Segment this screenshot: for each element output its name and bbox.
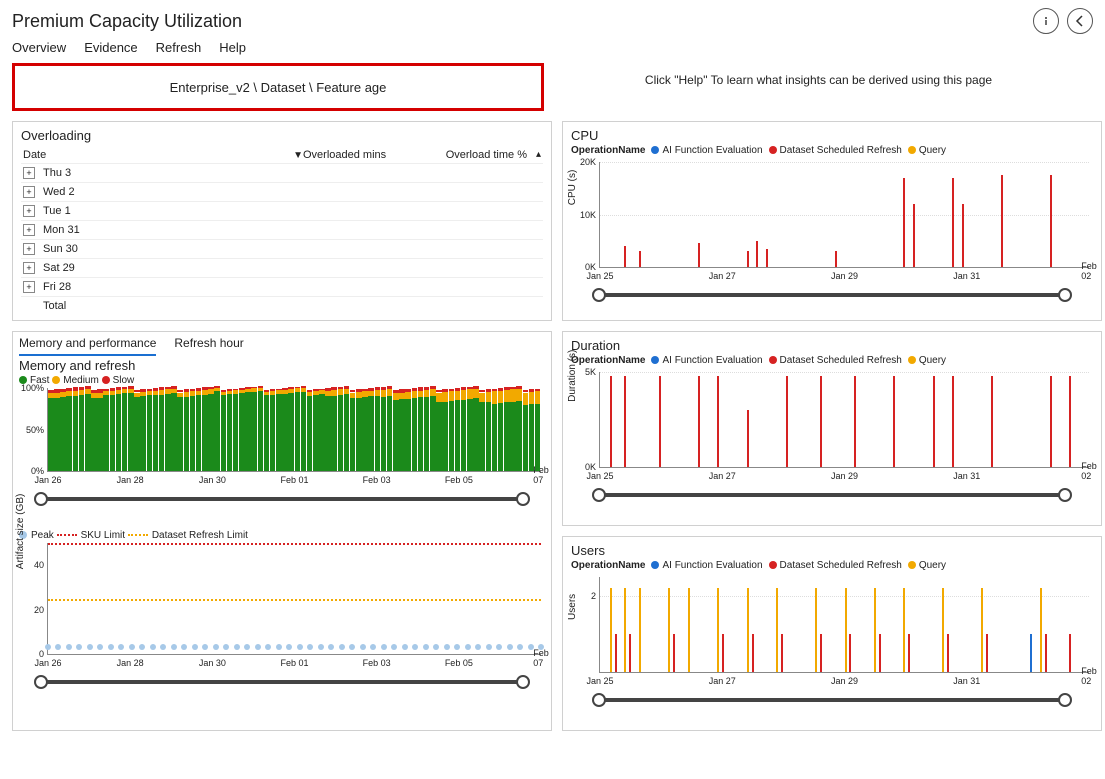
slider-thumb-left[interactable] <box>34 675 48 689</box>
expand-icon[interactable]: + <box>23 205 35 217</box>
overloading-row[interactable]: + Wed 2 <box>21 182 543 201</box>
row-date-label: Sat 29 <box>43 262 75 274</box>
slider-thumb-right[interactable] <box>1058 488 1072 502</box>
row-date-label: Mon 31 <box>43 224 80 236</box>
artifact-range-slider[interactable] <box>41 677 523 687</box>
cpu-title: CPU <box>571 128 1093 143</box>
users-title: Users <box>571 543 1093 558</box>
slider-thumb-right[interactable] <box>516 675 530 689</box>
slider-thumb-left[interactable] <box>592 693 606 707</box>
back-icon[interactable] <box>1067 8 1093 34</box>
cpu-ylabel: CPU (s) <box>567 170 578 206</box>
menu-overview[interactable]: Overview <box>12 40 66 55</box>
cpu-panel: CPU OperationNameAI Function EvaluationD… <box>562 121 1102 321</box>
expand-icon[interactable]: + <box>23 262 35 274</box>
info-icon[interactable] <box>1033 8 1059 34</box>
memory-panel: Memory and performance Refresh hour Memo… <box>12 331 552 731</box>
duration-title: Duration <box>571 338 1093 353</box>
overloading-row[interactable]: + Sun 30 <box>21 239 543 258</box>
memory-range-slider[interactable] <box>41 494 523 504</box>
help-hint: Click "Help" To learn what insights can … <box>544 63 1093 87</box>
slider-thumb-left[interactable] <box>592 488 606 502</box>
expand-icon[interactable]: + <box>23 243 35 255</box>
sort-caret-icon[interactable]: ▼ <box>293 150 303 161</box>
sort-asc-icon[interactable]: ▴ <box>536 149 541 160</box>
tab-memory-performance[interactable]: Memory and performance <box>19 336 156 356</box>
menu-help[interactable]: Help <box>219 40 246 55</box>
menu-refresh[interactable]: Refresh <box>156 40 202 55</box>
duration-range-slider[interactable] <box>599 490 1065 500</box>
overloading-row[interactable]: + Mon 31 <box>21 220 543 239</box>
row-date-label: Sun 30 <box>43 243 78 255</box>
overloading-row[interactable]: + Fri 28 <box>21 277 543 296</box>
artifact-plot: 02040Jan 26Jan 28Jan 30Feb 01Feb 03Feb 0… <box>47 543 541 655</box>
cpu-legend: OperationNameAI Function EvaluationDatas… <box>571 145 1093 156</box>
slider-thumb-left[interactable] <box>592 288 606 302</box>
memory-subtitle: Memory and refresh <box>13 356 551 375</box>
row-date-label: Fri 28 <box>43 281 71 293</box>
menubar: Overview Evidence Refresh Help <box>12 40 1093 55</box>
expand-icon[interactable]: + <box>23 167 35 179</box>
slider-thumb-right[interactable] <box>516 492 530 506</box>
artifact-legend: Peak SKU Limit Dataset Refresh Limit <box>13 530 551 543</box>
users-range-slider[interactable] <box>599 695 1065 705</box>
expand-icon[interactable]: + <box>23 224 35 236</box>
duration-panel: Duration OperationNameAI Function Evalua… <box>562 331 1102 526</box>
col-mins-label[interactable]: Overloaded mins <box>303 149 423 161</box>
slider-thumb-right[interactable] <box>1058 288 1072 302</box>
memory-plot: 0%50%100%Jan 26Jan 28Jan 30Feb 01Feb 03F… <box>47 388 541 472</box>
col-date-label[interactable]: Date <box>23 149 46 161</box>
users-legend: OperationNameAI Function EvaluationDatas… <box>571 560 1093 571</box>
slider-thumb-left[interactable] <box>34 492 48 506</box>
overloading-row[interactable]: + Tue 1 <box>21 201 543 220</box>
col-pct-label[interactable]: Overload time % <box>446 149 527 161</box>
overloading-row[interactable]: + Sat 29 <box>21 258 543 277</box>
overloading-row[interactable]: + Thu 3 <box>21 163 543 182</box>
cpu-plot: 0K10K20KJan 25Jan 27Jan 29Jan 31Feb 02 <box>599 162 1089 268</box>
expand-icon[interactable]: + <box>23 186 35 198</box>
overloading-row[interactable]: Total <box>21 296 543 315</box>
tab-refresh-hour[interactable]: Refresh hour <box>174 336 243 356</box>
users-plot: 2Jan 25Jan 27Jan 29Jan 31Feb 02 <box>599 577 1089 673</box>
overloading-panel: Overloading Date ▼ Overloaded mins Overl… <box>12 121 552 321</box>
breadcrumb: Enterprise_v2 \ Dataset \ Feature age <box>12 63 544 111</box>
menu-evidence[interactable]: Evidence <box>84 40 137 55</box>
row-date-label: Tue 1 <box>43 205 71 217</box>
duration-legend: OperationNameAI Function EvaluationDatas… <box>571 355 1093 366</box>
row-date-label: Wed 2 <box>43 186 75 198</box>
users-panel: Users OperationNameAI Function Evaluatio… <box>562 536 1102 731</box>
page-title: Premium Capacity Utilization <box>12 11 242 32</box>
row-date-label: Thu 3 <box>43 167 71 179</box>
cpu-range-slider[interactable] <box>599 290 1065 300</box>
row-date-label: Total <box>43 300 66 312</box>
overloading-title: Overloading <box>21 128 543 143</box>
expand-icon[interactable]: + <box>23 281 35 293</box>
artifact-ylabel: Artifact size (GB) <box>15 494 26 570</box>
slider-thumb-right[interactable] <box>1058 693 1072 707</box>
duration-plot: 0K5KJan 25Jan 27Jan 29Jan 31Feb 02 <box>599 372 1089 468</box>
